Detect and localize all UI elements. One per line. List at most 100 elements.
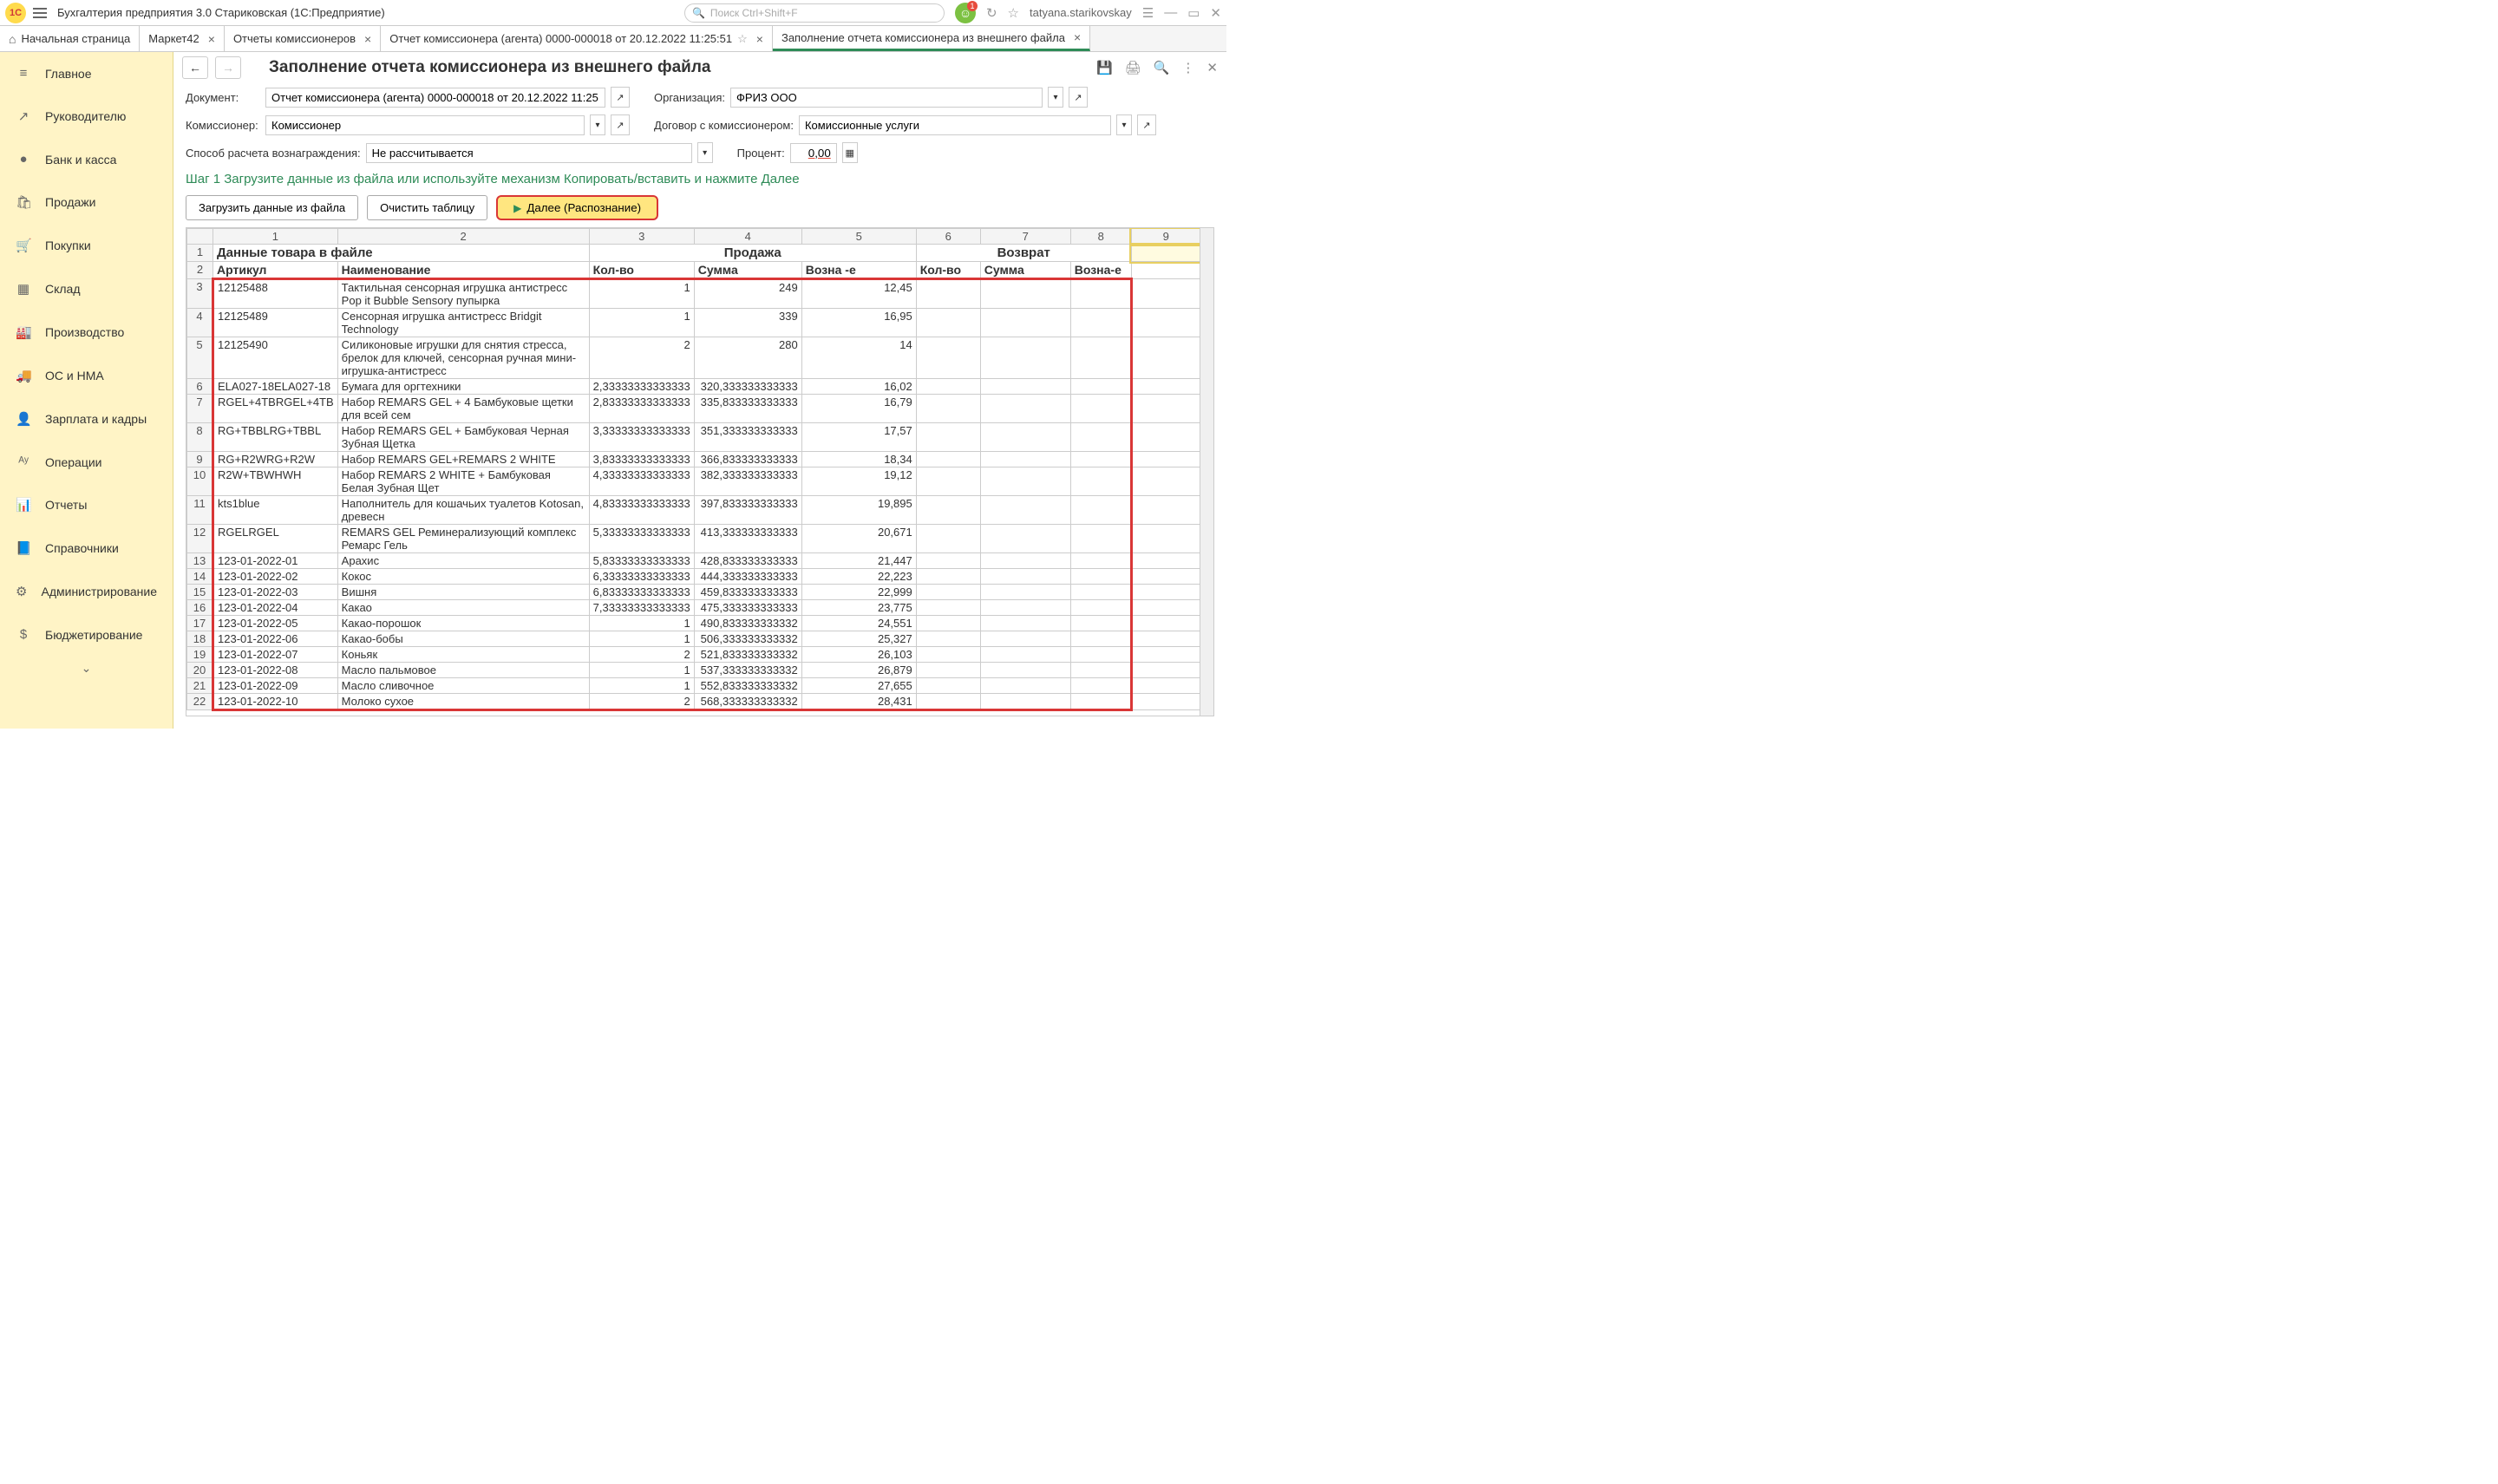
- input-percent[interactable]: [790, 143, 837, 163]
- cell-rvoz[interactable]: [1070, 467, 1131, 496]
- row-header[interactable]: 20: [187, 663, 213, 678]
- row-header[interactable]: 15: [187, 585, 213, 600]
- cell-qty[interactable]: 4,33333333333333: [589, 467, 694, 496]
- input-document[interactable]: [265, 88, 605, 108]
- cell-rqty[interactable]: [916, 467, 980, 496]
- cell-sum[interactable]: 351,333333333333: [694, 423, 801, 452]
- cell-sum[interactable]: 335,833333333333: [694, 395, 801, 423]
- cell-articul[interactable]: 123-01-2022-01: [213, 553, 338, 569]
- row-header[interactable]: 10: [187, 467, 213, 496]
- cell-name[interactable]: Коньяк: [337, 647, 589, 663]
- cell-sum[interactable]: 444,333333333333: [694, 569, 801, 585]
- row-header[interactable]: 22: [187, 694, 213, 710]
- cell-name[interactable]: Какао: [337, 600, 589, 616]
- cell-qty[interactable]: 3,33333333333333: [589, 423, 694, 452]
- cell[interactable]: [1131, 496, 1200, 525]
- cell[interactable]: [1131, 631, 1200, 647]
- cell-rqty[interactable]: [916, 309, 980, 337]
- cell-rvoz[interactable]: [1070, 600, 1131, 616]
- cell-rsum[interactable]: [980, 647, 1070, 663]
- row-header[interactable]: 16: [187, 600, 213, 616]
- cell-voz[interactable]: 22,223: [801, 569, 916, 585]
- cell-sum[interactable]: 428,833333333333: [694, 553, 801, 569]
- cell-sum[interactable]: 521,833333333332: [694, 647, 801, 663]
- cell-name[interactable]: Набор REMARS GEL + 4 Бамбуковые щетки дл…: [337, 395, 589, 423]
- cell-rsum[interactable]: [980, 663, 1070, 678]
- input-method[interactable]: [366, 143, 692, 163]
- cell-sum[interactable]: 249: [694, 279, 801, 309]
- cell-rsum[interactable]: [980, 309, 1070, 337]
- row-header[interactable]: 2: [187, 262, 213, 279]
- cell[interactable]: [1131, 569, 1200, 585]
- col-header[interactable]: 4: [694, 229, 801, 245]
- cell-rsum[interactable]: [980, 553, 1070, 569]
- sidebar-item[interactable]: $Бюджетирование: [0, 613, 173, 656]
- cell-rvoz[interactable]: [1070, 337, 1131, 379]
- input-kom[interactable]: [265, 115, 585, 135]
- cell-rsum[interactable]: [980, 395, 1070, 423]
- sidebar-item[interactable]: 🛍Продажи: [0, 180, 173, 224]
- cell-voz[interactable]: 28,431: [801, 694, 916, 710]
- cell-rvoz[interactable]: [1070, 569, 1131, 585]
- tab[interactable]: Отчеты комиссионеров×: [225, 26, 381, 51]
- cell-sum[interactable]: 490,833333333332: [694, 616, 801, 631]
- load-from-file-button[interactable]: Загрузить данные из файла: [186, 195, 358, 220]
- cell-name[interactable]: Силиконовые игрушки для снятия стресса, …: [337, 337, 589, 379]
- next-recognize-button[interactable]: ▶ Далее (Распознание): [496, 195, 658, 220]
- cell-rsum[interactable]: [980, 337, 1070, 379]
- cell[interactable]: [1131, 452, 1200, 467]
- cell-rqty[interactable]: [916, 585, 980, 600]
- cell[interactable]: [1131, 337, 1200, 379]
- save-icon[interactable]: 💾: [1096, 60, 1113, 75]
- cell-voz[interactable]: 19,12: [801, 467, 916, 496]
- cell-rvoz[interactable]: [1070, 423, 1131, 452]
- row-header[interactable]: 14: [187, 569, 213, 585]
- sidebar-item[interactable]: 🚚ОС и НМА: [0, 354, 173, 397]
- cell[interactable]: [1131, 616, 1200, 631]
- star-icon[interactable]: ☆: [1008, 5, 1019, 21]
- cell-rsum[interactable]: [980, 379, 1070, 395]
- cell-rqty[interactable]: [916, 678, 980, 694]
- row-header[interactable]: 6: [187, 379, 213, 395]
- cell-qty[interactable]: 1: [589, 631, 694, 647]
- dropdown-org-button[interactable]: ▾: [1048, 87, 1063, 108]
- sidebar-more[interactable]: ⌄: [0, 656, 173, 681]
- cell-rvoz[interactable]: [1070, 279, 1131, 309]
- tab[interactable]: ⌂Начальная страница: [0, 26, 140, 51]
- col-header[interactable]: 3: [589, 229, 694, 245]
- input-org[interactable]: [730, 88, 1043, 108]
- sidebar-item[interactable]: ●Банк и касса: [0, 138, 173, 180]
- spreadsheet[interactable]: 1234567891Данные товара в файлеПродажаВо…: [186, 227, 1214, 716]
- cell-qty[interactable]: 2: [589, 694, 694, 710]
- cell-articul[interactable]: 123-01-2022-08: [213, 663, 338, 678]
- cell-qty[interactable]: 1: [589, 309, 694, 337]
- cell-rqty[interactable]: [916, 694, 980, 710]
- cell-rsum[interactable]: [980, 452, 1070, 467]
- maximize-icon[interactable]: ▭: [1187, 5, 1200, 21]
- cell-qty[interactable]: 1: [589, 678, 694, 694]
- sidebar-item[interactable]: ᴬʸОперации: [0, 441, 173, 483]
- cell-articul[interactable]: 123-01-2022-05: [213, 616, 338, 631]
- open-org-button[interactable]: ↗: [1069, 87, 1088, 108]
- col-header[interactable]: 5: [801, 229, 916, 245]
- col-header[interactable]: 9: [1131, 229, 1200, 245]
- cell-articul[interactable]: ELA027-18ELA027-18: [213, 379, 338, 395]
- cell-qty[interactable]: 1: [589, 663, 694, 678]
- cell-rsum[interactable]: [980, 467, 1070, 496]
- cell-sum[interactable]: 506,333333333332: [694, 631, 801, 647]
- print-icon[interactable]: 🖨: [1125, 60, 1141, 75]
- cell-qty[interactable]: 6,33333333333333: [589, 569, 694, 585]
- search-input[interactable]: 🔍 Поиск Ctrl+Shift+F: [684, 3, 945, 23]
- nav-back-button[interactable]: ←: [182, 56, 208, 79]
- cell-qty[interactable]: 1: [589, 616, 694, 631]
- cell-qty[interactable]: 5,83333333333333: [589, 553, 694, 569]
- cell-name[interactable]: Набор REMARS 2 WHITE + Бамбуковая Белая …: [337, 467, 589, 496]
- cell-voz[interactable]: 24,551: [801, 616, 916, 631]
- row-header[interactable]: 18: [187, 631, 213, 647]
- history-icon[interactable]: ↻: [986, 5, 997, 21]
- dropdown-kom-button[interactable]: ▾: [590, 114, 605, 135]
- cell-articul[interactable]: RG+R2WRG+R2W: [213, 452, 338, 467]
- preview-icon[interactable]: 🔍: [1154, 60, 1170, 75]
- cell-voz[interactable]: 27,655: [801, 678, 916, 694]
- cell-articul[interactable]: 12125490: [213, 337, 338, 379]
